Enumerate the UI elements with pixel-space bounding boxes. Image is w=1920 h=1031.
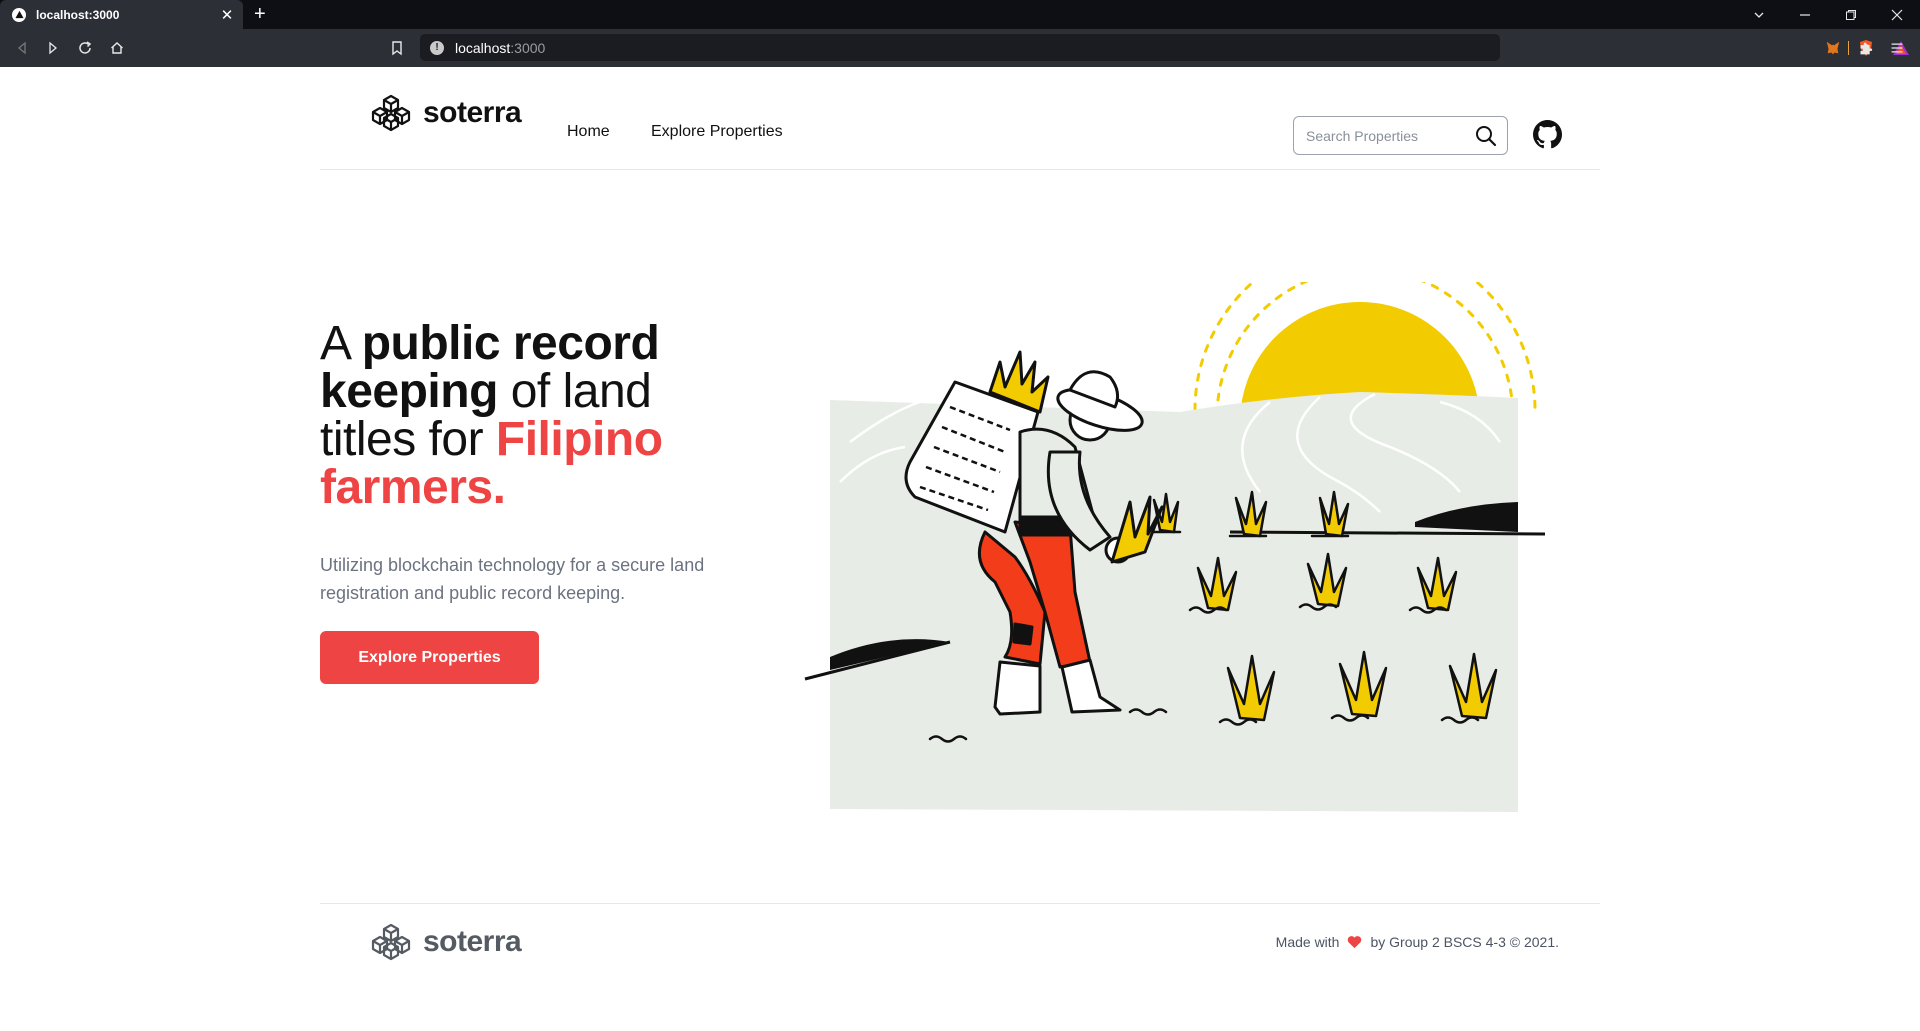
- back-icon[interactable]: [12, 38, 32, 58]
- cube-logo-icon: [371, 923, 411, 961]
- tab-title: localhost:3000: [36, 7, 120, 22]
- heart-icon: [1348, 936, 1362, 949]
- search-icon[interactable]: [1475, 125, 1497, 147]
- url-divider: [1848, 41, 1849, 55]
- close-window-icon[interactable]: [1874, 0, 1920, 29]
- restore-icon[interactable]: [1828, 0, 1874, 29]
- hero-subtitle: Utilizing blockchain technology for a se…: [320, 555, 705, 603]
- farmer-field-illustration: [804, 282, 1546, 812]
- nav-home[interactable]: Home: [567, 123, 610, 141]
- cube-logo-icon: [371, 94, 411, 132]
- hero-title-part-1: A: [320, 317, 362, 370]
- reload-icon[interactable]: [75, 38, 95, 58]
- url-port: :3000: [510, 39, 546, 56]
- extensions-puzzle-icon[interactable]: [1856, 39, 1874, 57]
- explore-properties-button[interactable]: Explore Properties: [320, 631, 539, 684]
- minimize-icon[interactable]: [1782, 0, 1828, 29]
- site-info-icon[interactable]: !: [430, 40, 444, 55]
- home-icon[interactable]: [107, 38, 127, 58]
- github-icon[interactable]: [1533, 120, 1562, 149]
- footer-brand[interactable]: soterra: [366, 923, 522, 961]
- address-bar[interactable]: ! localhost :3000: [420, 34, 1909, 61]
- footer-credit: Made with by Group 2 BSCS 4-3 © 2021.: [1276, 934, 1559, 950]
- browser-tab[interactable]: localhost:3000 ✕: [0, 0, 243, 29]
- tab-close-icon[interactable]: ✕: [219, 6, 235, 24]
- page: soterra Home Explore Properties A public…: [0, 67, 1920, 1031]
- url-host: localhost: [455, 39, 511, 56]
- browser-tabbar: localhost:3000 ✕ +: [0, 0, 1920, 29]
- triangle-favicon-icon: [12, 7, 26, 22]
- site-footer: soterra Made with by Group 2 BSCS 4-3 © …: [320, 903, 1600, 983]
- search-input[interactable]: [1306, 127, 1476, 144]
- search-box: [1293, 116, 1508, 155]
- hero-title: A public record keeping of land titles f…: [320, 320, 740, 512]
- brand-name: soterra: [423, 96, 522, 129]
- tab-search-chevron-icon[interactable]: [1736, 0, 1782, 29]
- metamask-extension-icon[interactable]: [1824, 39, 1842, 57]
- made-with-text: Made with: [1275, 934, 1340, 950]
- browser-toolbar: ! localhost :3000: [0, 29, 1920, 67]
- brand-logo-link[interactable]: soterra: [366, 94, 522, 132]
- site-header: soterra Home Explore Properties: [320, 67, 1600, 170]
- forward-icon[interactable]: [43, 38, 63, 58]
- bookmark-icon[interactable]: [388, 39, 406, 57]
- credit-text: by Group 2 BSCS 4-3 © 2021.: [1370, 934, 1559, 950]
- nav-explore-properties[interactable]: Explore Properties: [651, 123, 783, 141]
- footer-brand-name: soterra: [423, 925, 522, 958]
- menu-icon[interactable]: [1888, 39, 1906, 57]
- new-tab-icon[interactable]: +: [254, 4, 266, 24]
